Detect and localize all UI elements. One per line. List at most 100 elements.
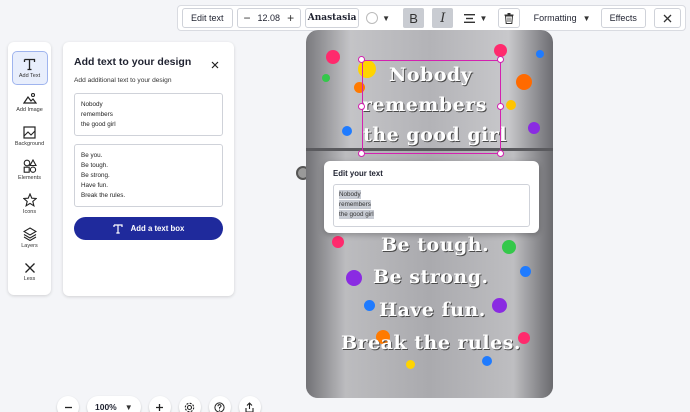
paint-splatter: [342, 126, 352, 136]
resize-handle[interactable]: [358, 103, 365, 110]
rail-item-background[interactable]: Background: [13, 120, 47, 152]
text-box-card[interactable]: Nobody remembers the good girl: [74, 93, 223, 136]
rail-item-label: Layers: [21, 243, 38, 249]
text-line: the good girl: [339, 210, 524, 220]
rail-item-add-text[interactable]: Add Text: [11, 51, 48, 85]
rail-item-less[interactable]: Less: [13, 256, 47, 288]
paint-splatter: [516, 74, 532, 90]
paint-splatter: [332, 236, 344, 248]
text-line: Nobody: [81, 101, 103, 108]
formatting-dropdown[interactable]: Formatting ▼: [530, 8, 595, 28]
design-text-line: Be strong.: [373, 266, 489, 288]
font-family-button[interactable]: Anastasia: [305, 8, 360, 28]
close-toolbar-button[interactable]: [653, 8, 681, 28]
popover-title: Edit your text: [333, 169, 383, 178]
font-size-increase-button[interactable]: +: [287, 11, 294, 25]
font-size-value[interactable]: 12.08: [258, 13, 281, 23]
italic-button[interactable]: I: [432, 8, 454, 28]
resize-handle[interactable]: [497, 103, 504, 110]
close-icon: [663, 14, 672, 22]
text-selection-box[interactable]: [362, 60, 501, 154]
text-color-dropdown[interactable]: ▼: [363, 8, 393, 28]
resize-handle[interactable]: [358, 56, 365, 63]
settings-button[interactable]: [178, 396, 201, 412]
align-center-icon: [464, 13, 476, 23]
text-line: remembers: [81, 111, 113, 118]
paint-splatter: [364, 300, 375, 311]
rail-item-layers[interactable]: Layers: [13, 222, 47, 254]
bottom-toolbar: 100% ▼: [57, 396, 261, 412]
add-text-box-button[interactable]: Add a text box: [74, 217, 223, 240]
zoom-in-button[interactable]: [148, 396, 171, 412]
font-size-stepper[interactable]: − 12.08 +: [236, 8, 302, 28]
text-toolbar: Edit text − 12.08 + Anastasia ▼ B I ▼ Fo…: [177, 5, 686, 31]
minus-icon: [64, 406, 72, 408]
add-text-box-label: Add a text box: [130, 224, 185, 233]
text-line: Have fun.: [81, 182, 108, 189]
chevron-down-icon: ▼: [582, 13, 591, 23]
paint-splatter: [536, 50, 544, 58]
delete-button[interactable]: [498, 8, 520, 28]
zoom-out-button[interactable]: [57, 396, 79, 412]
text-box-card[interactable]: Be you. Be tough. Be strong. Have fun. B…: [74, 144, 223, 207]
text-icon: [23, 58, 36, 70]
panel-close-button[interactable]: [211, 56, 219, 74]
design-text-line: Break the rules.: [341, 332, 521, 354]
resize-handle[interactable]: [358, 150, 365, 157]
rail-item-label: Background: [14, 140, 45, 147]
design-text-line: Be tough.: [381, 234, 490, 256]
text-line: Be you.: [81, 152, 103, 159]
zoom-dropdown[interactable]: 100% ▼: [87, 396, 141, 412]
plus-icon: [156, 403, 164, 411]
resize-handle[interactable]: [497, 56, 504, 63]
text-icon: [113, 223, 123, 234]
rail-item-label: Less: [23, 276, 36, 282]
resize-handle[interactable]: [497, 150, 504, 157]
close-icon: [211, 61, 219, 69]
help-button[interactable]: [208, 396, 231, 412]
rail-item-label: Icons: [22, 209, 37, 215]
color-swatch: [366, 12, 379, 24]
bold-button[interactable]: B: [403, 8, 425, 28]
rail-item-label: Add Text: [18, 72, 41, 79]
share-button[interactable]: [238, 396, 261, 412]
rail-item-elements[interactable]: Elements: [13, 154, 47, 186]
formatting-label: Formatting: [533, 13, 577, 23]
background-icon: [23, 125, 36, 139]
rail-item-icons[interactable]: Icons: [13, 188, 47, 220]
paint-splatter: [502, 240, 516, 254]
star-icon: [22, 193, 37, 207]
effects-button[interactable]: Effects: [600, 8, 646, 28]
design-text-line: Have fun.: [379, 299, 486, 321]
text-line: Break the rules.: [81, 192, 126, 199]
gear-icon: [184, 402, 195, 412]
paint-splatter: [406, 360, 415, 369]
panel-title: Add text to your design: [74, 56, 192, 68]
share-icon: [245, 401, 254, 412]
paint-splatter: [492, 298, 507, 313]
paint-splatter: [520, 266, 531, 277]
close-icon: [24, 263, 35, 273]
paint-splatter: [528, 122, 540, 134]
text-line: Nobody: [339, 190, 524, 200]
edit-text-button[interactable]: Edit text: [182, 8, 233, 28]
chevron-down-icon: ▼: [124, 402, 133, 412]
text-line: Be tough.: [81, 162, 108, 169]
selected-text: remembers: [339, 200, 371, 209]
zoom-value: 100%: [95, 402, 117, 412]
text-line: Be strong.: [81, 172, 110, 179]
trash-icon: [504, 12, 514, 24]
paint-splatter: [322, 74, 330, 82]
rail-item-label: Add Image: [16, 106, 43, 113]
rail-item-add-image[interactable]: Add Image: [13, 86, 47, 118]
paint-splatter: [326, 50, 340, 64]
alignment-dropdown[interactable]: ▼: [461, 8, 490, 28]
add-text-panel: Add text to your design Add additional t…: [63, 42, 234, 296]
rail-item-label: Elements: [18, 175, 41, 181]
edit-text-field[interactable]: Nobody remembers the good girl: [333, 184, 530, 227]
chevron-down-icon: ▼: [382, 13, 390, 23]
selected-text: Nobody: [339, 190, 361, 199]
font-size-decrease-button[interactable]: −: [244, 11, 251, 25]
tool-rail: Add Text Add Image Background Elements I…: [8, 42, 51, 295]
help-icon: [214, 401, 225, 412]
